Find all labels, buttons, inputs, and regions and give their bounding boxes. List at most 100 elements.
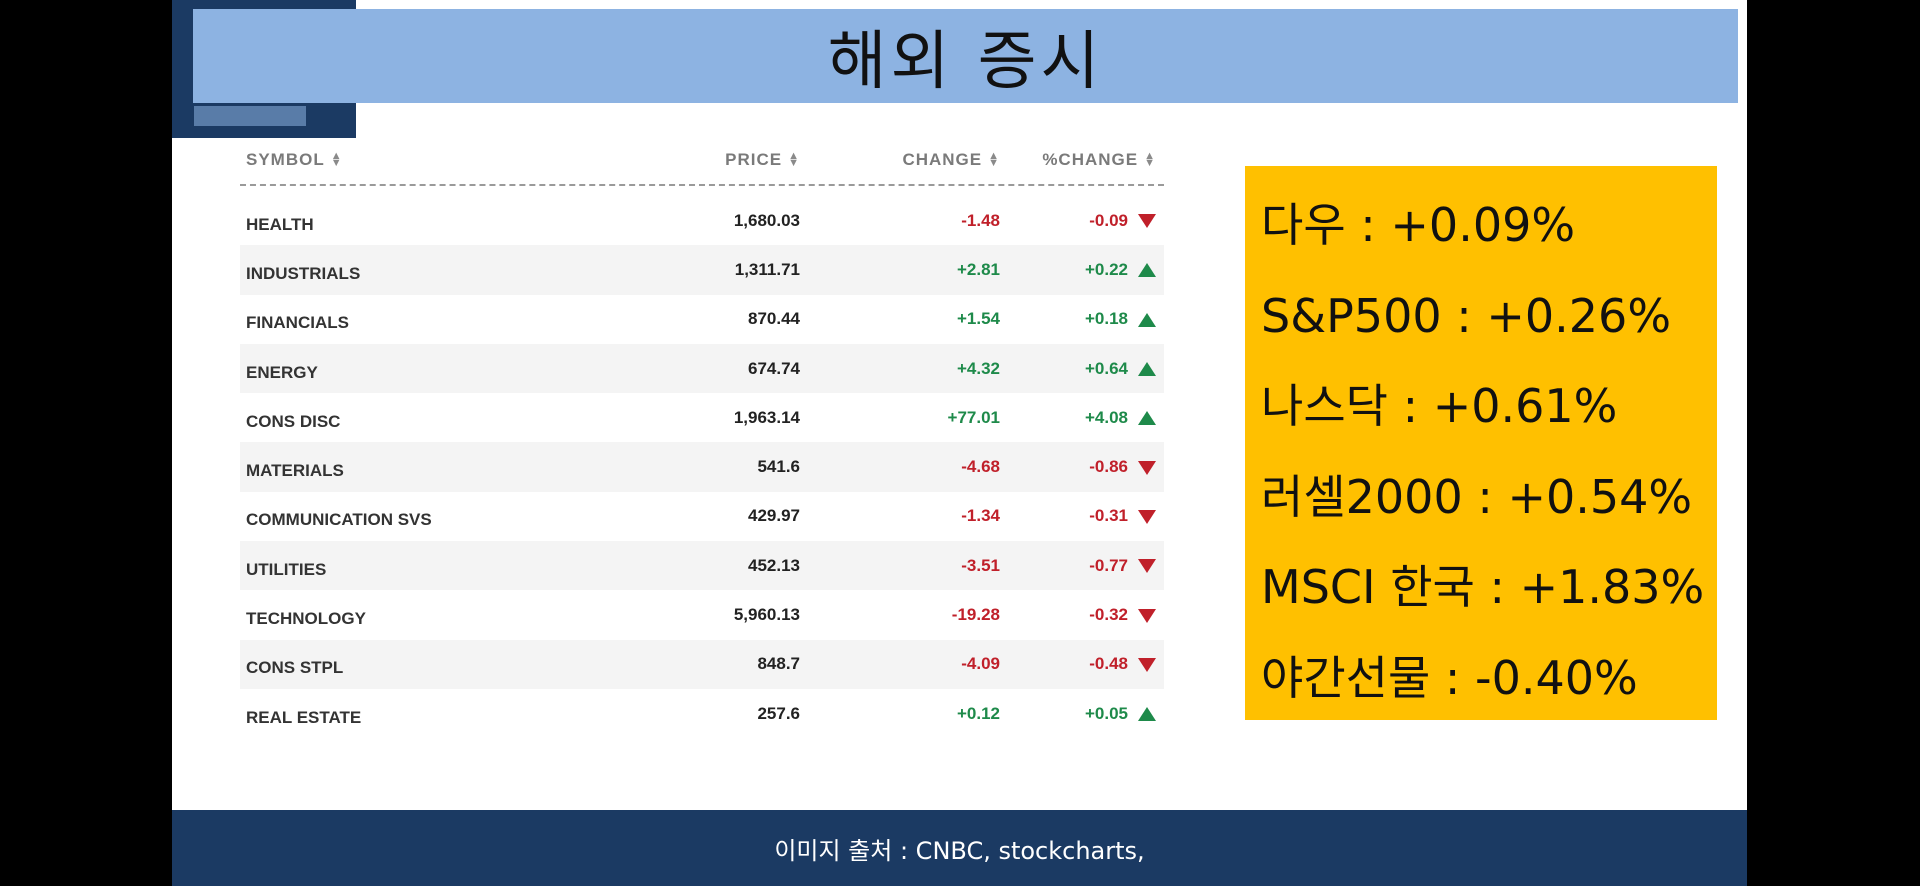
slide: 해외 증시 SYMBOL ▲ ▼ PRICE ▲ ▼ CHANGE ▲ ▼ %CHANGE ▲… xyxy=(172,0,1747,886)
price-cell: 674.74 xyxy=(748,358,800,378)
pct-change-cell: -0.48 xyxy=(1000,654,1164,674)
index-summary-line: 러셀2000 : +0.54% xyxy=(1261,469,1693,524)
symbol-cell[interactable]: FINANCIALS xyxy=(240,305,620,333)
sort-icon[interactable]: ▲ ▼ xyxy=(1144,151,1156,169)
pct-change-value: -0.77 xyxy=(1089,555,1128,575)
index-summary-line: 다우 : +0.09% xyxy=(1261,198,1576,252)
index-summary-box: 다우 : +0.09% S&P500 : +0.26% 나스닥 : +0.61% 러셀… xyxy=(1245,166,1717,720)
table-row[interactable]: COMMUNICATION SVS 429.97 -1.34 -0.31 xyxy=(240,492,1164,541)
change-cell: -3.51 xyxy=(961,555,1000,575)
corner-inner-decoration xyxy=(194,106,306,126)
table-header: SYMBOL ▲ ▼ PRICE ▲ ▼ CHANGE ▲ ▼ %CHANGE ▲ ▼ xyxy=(240,136,1164,186)
price-cell: 1,680.03 xyxy=(733,210,800,230)
table-row[interactable]: UTILITIES 452.13 -3.51 -0.77 xyxy=(240,541,1164,591)
symbol-cell[interactable]: CONS STPL xyxy=(240,650,620,678)
header-price[interactable]: PRICE ▲ ▼ xyxy=(620,150,800,170)
table-row[interactable]: MATERIALS 541.6 -4.68 -0.86 xyxy=(240,442,1164,492)
table-row[interactable]: REAL ESTATE 257.6 +0.12 +0.05 xyxy=(240,689,1164,738)
sector-table: SYMBOL ▲ ▼ PRICE ▲ ▼ CHANGE ▲ ▼ %CHANGE ▲ ▼ HEAL… xyxy=(240,136,1164,738)
header-pct-change[interactable]: %CHANGE ▲ ▼ xyxy=(1000,150,1164,170)
header-change[interactable]: CHANGE ▲ ▼ xyxy=(800,150,1000,170)
pct-change-cell: +0.05 xyxy=(1000,704,1164,724)
price-cell: 541.6 xyxy=(757,457,800,477)
price-cell: 452.13 xyxy=(748,555,800,575)
triangle-down-icon xyxy=(1138,657,1156,672)
pct-change-cell: +4.08 xyxy=(1000,408,1164,428)
index-summary-line: 야간선물 : -0.40% xyxy=(1261,650,1638,705)
pct-change-value: -0.32 xyxy=(1089,605,1128,625)
pct-change-value: +4.08 xyxy=(1084,407,1128,427)
header-pct-change-label: %CHANGE xyxy=(1042,150,1139,169)
pct-change-cell: -0.09 xyxy=(1000,211,1164,231)
pct-change-value: -0.31 xyxy=(1089,506,1128,526)
sort-icon[interactable]: ▲ ▼ xyxy=(788,151,800,169)
image-source-caption: 이미지 출처 : CNBC, stockcharts, xyxy=(774,836,1145,865)
pct-change-cell: -0.32 xyxy=(1000,605,1164,625)
symbol-cell[interactable]: HEALTH xyxy=(240,207,620,235)
change-cell: -19.28 xyxy=(951,605,1000,625)
pct-change-value: +0.64 xyxy=(1084,358,1128,378)
change-cell: -4.09 xyxy=(961,654,1000,674)
price-cell: 429.97 xyxy=(748,506,800,526)
pct-change-cell: +0.22 xyxy=(1000,260,1164,280)
triangle-down-icon xyxy=(1138,509,1156,524)
price-cell: 848.7 xyxy=(757,654,800,674)
change-cell: -1.34 xyxy=(961,506,1000,526)
symbol-cell[interactable]: REAL ESTATE xyxy=(240,700,620,728)
pct-change-cell: +0.18 xyxy=(1000,309,1164,329)
price-cell: 5,960.13 xyxy=(733,605,800,625)
header-symbol-label: SYMBOL xyxy=(246,150,325,169)
symbol-cell[interactable]: ENERGY xyxy=(240,355,620,383)
pct-change-cell: -0.77 xyxy=(1000,556,1164,576)
symbol-cell[interactable]: MATERIALS xyxy=(240,453,620,481)
pct-change-value: +0.18 xyxy=(1084,309,1128,329)
header-change-label: CHANGE xyxy=(902,150,983,169)
triangle-down-icon xyxy=(1138,559,1156,574)
symbol-cell[interactable]: TECHNOLOGY xyxy=(240,601,620,629)
triangle-up-icon xyxy=(1138,362,1156,377)
pct-change-cell: +0.64 xyxy=(1000,359,1164,379)
pct-change-cell: -0.31 xyxy=(1000,506,1164,526)
header-price-label: PRICE xyxy=(725,150,783,169)
footer-bar: 이미지 출처 : CNBC, stockcharts, xyxy=(172,810,1747,886)
triangle-down-icon xyxy=(1138,214,1156,229)
triangle-down-icon xyxy=(1138,608,1156,623)
change-cell: +4.32 xyxy=(956,358,1000,378)
symbol-cell[interactable]: UTILITIES xyxy=(240,552,620,580)
table-row[interactable]: INDUSTRIALS 1,311.71 +2.81 +0.22 xyxy=(240,245,1164,295)
symbol-cell[interactable]: COMMUNICATION SVS xyxy=(240,502,620,530)
price-cell: 870.44 xyxy=(748,309,800,329)
page-title: 해외 증시 xyxy=(827,25,1104,99)
table-row[interactable]: CONS DISC 1,963.14 +77.01 +4.08 xyxy=(240,393,1164,442)
change-cell: +77.01 xyxy=(947,407,1000,427)
triangle-up-icon xyxy=(1138,263,1156,278)
table-row[interactable]: FINANCIALS 870.44 +1.54 +0.18 xyxy=(240,295,1164,344)
triangle-down-icon xyxy=(1138,460,1156,475)
sort-icon[interactable]: ▲ ▼ xyxy=(988,151,1000,169)
symbol-cell[interactable]: CONS DISC xyxy=(240,404,620,432)
pct-change-cell: -0.86 xyxy=(1000,457,1164,477)
pct-change-value: +0.22 xyxy=(1084,259,1128,279)
table-body: HEALTH 1,680.03 -1.48 -0.09 INDUSTRIALS 1,311… xyxy=(240,196,1164,738)
pct-change-value: -0.86 xyxy=(1089,457,1128,477)
pct-change-value: -0.09 xyxy=(1089,210,1128,230)
table-row[interactable]: HEALTH 1,680.03 -1.48 -0.09 xyxy=(240,196,1164,245)
title-bar: 해외 증시 xyxy=(193,9,1738,103)
change-cell: +1.54 xyxy=(956,309,1000,329)
price-cell: 257.6 xyxy=(757,703,800,723)
table-row[interactable]: CONS STPL 848.7 -4.09 -0.48 xyxy=(240,639,1164,689)
table-row[interactable]: ENERGY 674.74 +4.32 +0.64 xyxy=(240,343,1164,394)
table-row[interactable]: TECHNOLOGY 5,960.13 -19.28 -0.32 xyxy=(240,590,1164,639)
change-cell: +0.12 xyxy=(956,703,1000,723)
triangle-up-icon xyxy=(1138,411,1156,426)
pct-change-value: -0.48 xyxy=(1089,654,1128,674)
price-cell: 1,311.71 xyxy=(734,259,800,279)
triangle-up-icon xyxy=(1138,707,1156,722)
sort-icon[interactable]: ▲ ▼ xyxy=(331,151,343,169)
change-cell: +2.81 xyxy=(956,259,1000,279)
header-symbol[interactable]: SYMBOL ▲ ▼ xyxy=(240,150,620,170)
index-summary-line: 나스닥 : +0.61% xyxy=(1261,379,1618,433)
change-cell: -1.48 xyxy=(961,210,1000,230)
index-summary-line: MSCI 한국 : +1.83% xyxy=(1261,560,1705,614)
symbol-cell[interactable]: INDUSTRIALS xyxy=(240,256,620,284)
